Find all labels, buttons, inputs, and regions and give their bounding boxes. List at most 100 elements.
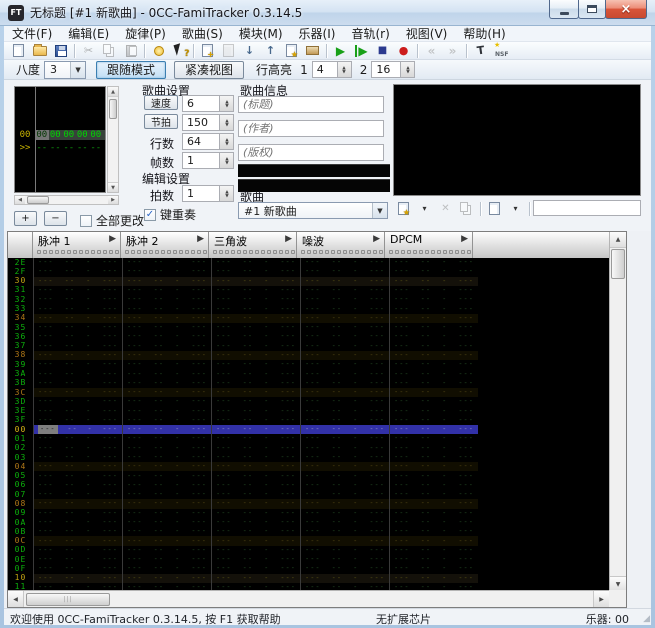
song-select[interactable]: #1 新歌曲 ▼	[238, 202, 388, 219]
key-repeat-row[interactable]: ✓ 键重奏	[144, 206, 196, 223]
pattern-vscroll-thumb[interactable]	[611, 249, 625, 279]
octave-select[interactable]: 3 ▼	[44, 61, 86, 79]
context-help-icon[interactable]: ?	[169, 43, 190, 59]
scroll-left-icon[interactable]: ◀	[8, 591, 24, 607]
pattern-row[interactable]: 3C--------------------------------------…	[8, 388, 609, 397]
channel-effect-arrow-icon[interactable]: ▶	[109, 234, 116, 244]
pattern-row[interactable]: 3D--------------------------------------…	[8, 397, 609, 406]
menu-item[interactable]: 乐器(I)	[291, 25, 344, 42]
tempo-button[interactable]: 节拍	[144, 114, 178, 129]
remove-frame-button[interactable]: −	[44, 211, 67, 226]
new-file-icon[interactable]	[8, 43, 29, 59]
chevron-down-icon[interactable]: ▼	[70, 62, 85, 78]
menu-item[interactable]: 帮助(H)	[455, 25, 513, 42]
menu-item[interactable]: 编辑(E)	[60, 25, 117, 42]
highlight2-field[interactable]: 16	[371, 61, 401, 78]
pattern-row[interactable]: 0C--------------------------------------…	[8, 536, 609, 545]
channel-header[interactable]: 脉冲 1▶	[33, 232, 121, 258]
pattern-row[interactable]: 31--------------------------------------…	[8, 286, 609, 295]
pattern-row[interactable]: 0A--------------------------------------…	[8, 518, 609, 527]
channel-header[interactable]: 噪波▶	[297, 232, 385, 258]
channel-effect-arrow-icon[interactable]: ▶	[285, 234, 292, 244]
spin-down-icon[interactable]: ▼	[342, 70, 345, 74]
new-instrument-icon[interactable]: ★	[393, 201, 414, 217]
move-frame-up-icon[interactable]: ↑	[260, 43, 281, 59]
scroll-left-icon[interactable]: ◀	[15, 196, 25, 204]
pattern-row[interactable]: 04--------------------------------------…	[8, 462, 609, 471]
chevron-down-icon[interactable]: ▼	[372, 203, 387, 218]
menu-item[interactable]: 音轨(r)	[343, 25, 397, 42]
pattern-row[interactable]: 05--------------------------------------…	[8, 471, 609, 480]
nsf-export-icon[interactable]: ★NSF	[491, 43, 512, 59]
pattern-row[interactable]: 30--------------------------------------…	[8, 277, 609, 286]
spin-down-icon[interactable]: ▼	[225, 194, 228, 198]
scroll-up-icon[interactable]: ▲	[108, 87, 118, 97]
record-icon[interactable]: ●	[393, 43, 414, 59]
pattern-row[interactable]: 00--------------------------------------…	[8, 425, 609, 434]
close-button[interactable]: ×	[605, 0, 647, 19]
follow-mode-toggle[interactable]: 跟随模式	[96, 61, 166, 79]
frame-row[interactable]: >>----------	[15, 141, 105, 154]
pattern-row[interactable]: 03--------------------------------------…	[8, 453, 609, 462]
spin-down-icon[interactable]: ▼	[225, 104, 228, 108]
change-all-checkbox[interactable]	[80, 215, 92, 227]
pattern-grid[interactable]: 2E--------------------------------------…	[8, 258, 609, 592]
pattern-row[interactable]: 3F--------------------------------------…	[8, 416, 609, 425]
pattern-row[interactable]: 0F--------------------------------------…	[8, 564, 609, 573]
menu-item[interactable]: 歌曲(S)	[174, 25, 231, 42]
compact-view-button[interactable]: 紧凑视图	[174, 61, 244, 79]
frames-field[interactable]: 1	[182, 152, 220, 169]
instrument-list[interactable]	[393, 84, 641, 196]
open-file-icon[interactable]	[29, 43, 50, 59]
module-properties-icon[interactable]: T	[470, 43, 491, 59]
pattern-row[interactable]: 3B--------------------------------------…	[8, 379, 609, 388]
pattern-row[interactable]: 35--------------------------------------…	[8, 323, 609, 332]
scroll-down-icon[interactable]: ▼	[108, 182, 118, 192]
change-all-checkbox-row[interactable]: 全部更改	[80, 212, 144, 229]
spin-down-icon[interactable]: ▼	[406, 70, 409, 74]
stop-icon[interactable]: ■	[372, 43, 393, 59]
highlight1-spinner[interactable]: ▲▼	[338, 61, 352, 78]
pattern-row[interactable]: 3A--------------------------------------…	[8, 369, 609, 378]
edit-mode-icon[interactable]	[148, 43, 169, 59]
pattern-row[interactable]: 3E--------------------------------------…	[8, 407, 609, 416]
pattern-row[interactable]: 01--------------------------------------…	[8, 434, 609, 443]
menu-item[interactable]: 文件(F)	[4, 25, 60, 42]
channel-effect-arrow-icon[interactable]: ▶	[373, 234, 380, 244]
pattern-row[interactable]: 2F--------------------------------------…	[8, 267, 609, 276]
pattern-row[interactable]: 0E--------------------------------------…	[8, 555, 609, 564]
pattern-row[interactable]: 10--------------------------------------…	[8, 574, 609, 583]
play-pattern-icon[interactable]: ▶	[351, 43, 372, 59]
song-copyright-field[interactable]	[238, 144, 384, 161]
pattern-row[interactable]: 07--------------------------------------…	[8, 490, 609, 499]
frame-vscroll-thumb[interactable]	[109, 99, 117, 119]
add-frame-icon[interactable]: +	[197, 43, 218, 59]
frames-spinner[interactable]: ▲▼	[220, 152, 234, 169]
channel-header[interactable]: 三角波▶	[209, 232, 297, 258]
menu-item[interactable]: 模块(M)	[231, 25, 291, 42]
pattern-hscrollbar[interactable]: ◀ ||| ▶	[8, 590, 609, 607]
step-spinner[interactable]: ▲▼	[220, 185, 234, 202]
pattern-row[interactable]: 09--------------------------------------…	[8, 509, 609, 518]
channel-header[interactable]: DPCM▶	[385, 232, 473, 258]
play-icon[interactable]: ▶	[330, 43, 351, 59]
pattern-row[interactable]: 0D--------------------------------------…	[8, 546, 609, 555]
pattern-row[interactable]: 08--------------------------------------…	[8, 499, 609, 508]
instrument-name-field[interactable]	[533, 200, 641, 216]
pattern-row[interactable]: 32--------------------------------------…	[8, 295, 609, 304]
frame-editor-vscrollbar[interactable]: ▲ ▼	[107, 86, 119, 193]
menu-item[interactable]: 视图(V)	[398, 25, 456, 42]
menu-item[interactable]: 旋律(P)	[117, 25, 174, 42]
pattern-row[interactable]: 2E--------------------------------------…	[8, 258, 609, 267]
save-file-icon[interactable]	[50, 43, 71, 59]
frame-editor-hscrollbar[interactable]: ◀ ▶	[14, 195, 119, 205]
frame-hscroll-thumb[interactable]	[27, 196, 49, 204]
new-instrument-menu-icon[interactable]: ▾	[414, 201, 435, 217]
maximize-button[interactable]	[578, 0, 606, 19]
song-title-field[interactable]	[238, 96, 384, 113]
scroll-right-icon[interactable]: ▶	[108, 196, 118, 204]
speed-spinner[interactable]: ▲▼	[220, 95, 234, 112]
pattern-row[interactable]: 06--------------------------------------…	[8, 481, 609, 490]
minimize-button[interactable]	[549, 0, 579, 19]
pattern-row[interactable]: 33--------------------------------------…	[8, 304, 609, 313]
